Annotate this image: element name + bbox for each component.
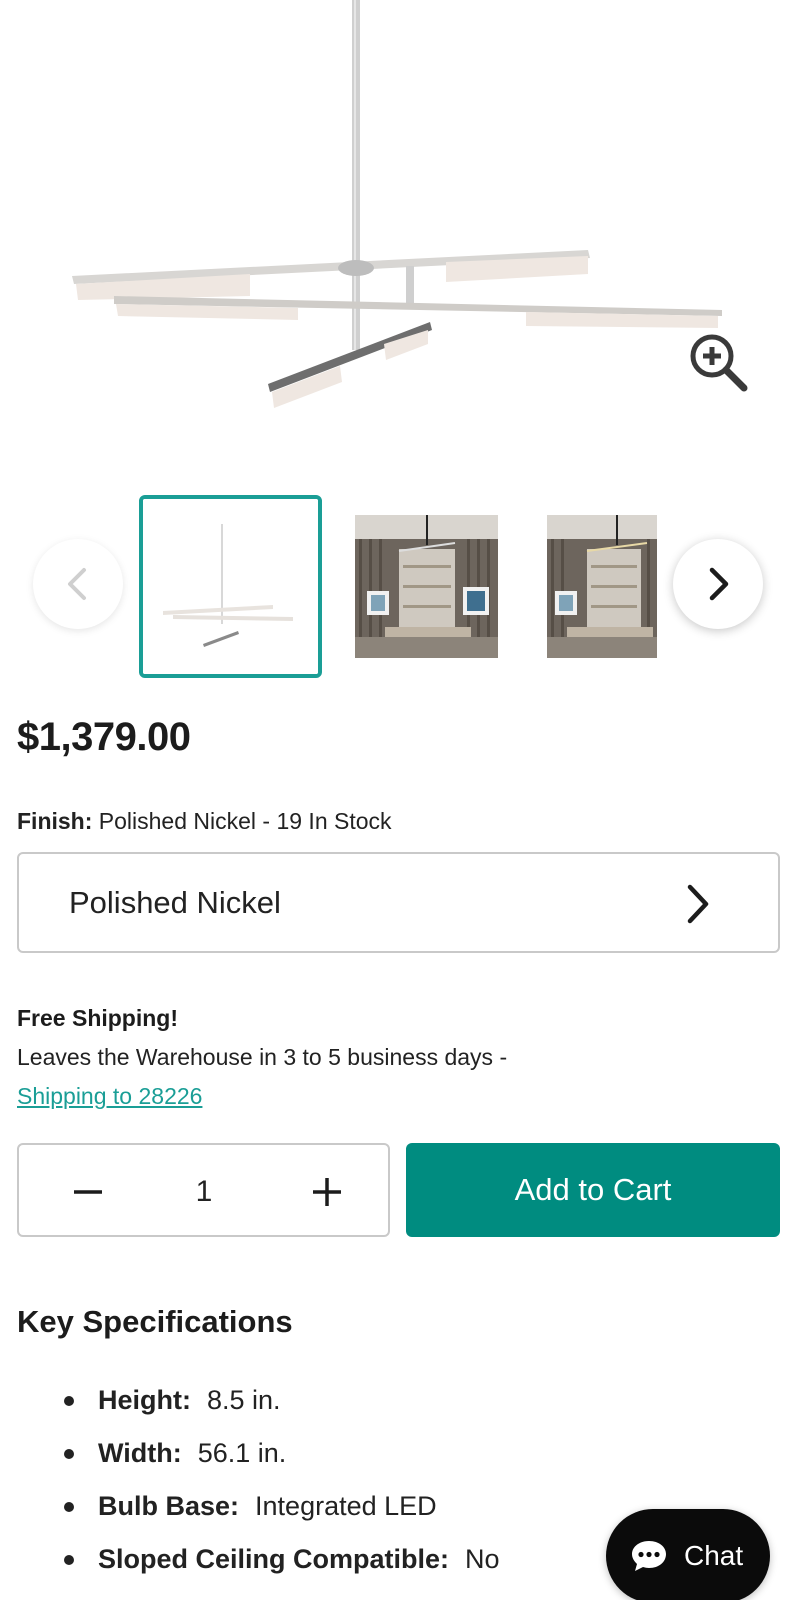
product-main-image [0,0,796,470]
plus-icon [313,1178,341,1206]
zoom-in-button[interactable] [686,330,750,394]
quantity-stepper [17,1143,390,1237]
spec-label: Height: [98,1385,191,1415]
spec-item: Height: 8.5 in. [64,1385,281,1416]
spec-value: Integrated LED [255,1491,437,1521]
minus-icon [74,1190,102,1194]
finish-selector[interactable]: Polished Nickel [17,852,780,953]
key-specifications-heading: Key Specifications [17,1304,293,1339]
thumbnail-3[interactable] [547,515,657,658]
chat-bubble-icon [632,1541,666,1571]
spec-item: Bulb Base: Integrated LED [64,1491,437,1522]
spec-label: Bulb Base: [98,1491,240,1521]
chandelier-image [72,0,722,408]
carousel-next-button[interactable] [673,539,763,629]
add-to-cart-button[interactable]: Add to Cart [406,1143,780,1237]
finish-selected-value: Polished Nickel [69,884,281,920]
finish-label: Finish: [17,808,93,834]
chat-button[interactable]: Chat [606,1509,770,1600]
bullet [64,1501,74,1512]
shipping-title: Free Shipping! [17,1005,178,1031]
thumbnail-2[interactable] [355,515,498,658]
product-price: $1,379.00 [17,715,191,759]
spec-value: No [465,1544,500,1574]
chevron-right-icon [687,884,709,924]
thumbnail-image [355,515,498,658]
chevron-right-icon [709,567,729,601]
chat-label: Chat [684,1540,744,1571]
quantity-increase-button[interactable] [302,1167,352,1217]
bullet [64,1395,74,1406]
thumbnail-1[interactable] [139,495,322,678]
spec-label: Width: [98,1438,182,1468]
thumbnail-carousel [0,490,796,680]
thumbnail-image [143,499,318,674]
spec-label: Sloped Ceiling Compatible: [98,1544,450,1574]
finish-stock-text: Polished Nickel - 19 In Stock [98,808,392,834]
spec-value: 56.1 in. [197,1438,287,1468]
shipping-zip-link[interactable]: Shipping to 28226 [17,1083,202,1110]
zoom-in-icon [690,334,748,392]
quantity-decrease-button[interactable] [63,1167,113,1217]
bullet [64,1448,74,1459]
thumbnail-image [547,515,657,658]
spec-item: Sloped Ceiling Compatible: No [64,1544,500,1575]
quantity-input[interactable] [169,1167,239,1217]
chevron-left-icon [68,568,86,600]
spec-value: 8.5 in. [206,1385,281,1415]
spec-item: Width: 56.1 in. [64,1438,286,1469]
bullet [64,1554,74,1565]
carousel-prev-button[interactable] [33,539,123,629]
shipping-eta-text: Leaves the Warehouse in 3 to 5 business … [17,1044,508,1070]
finish-info: Finish: Polished Nickel - 19 In Stock [17,808,392,835]
